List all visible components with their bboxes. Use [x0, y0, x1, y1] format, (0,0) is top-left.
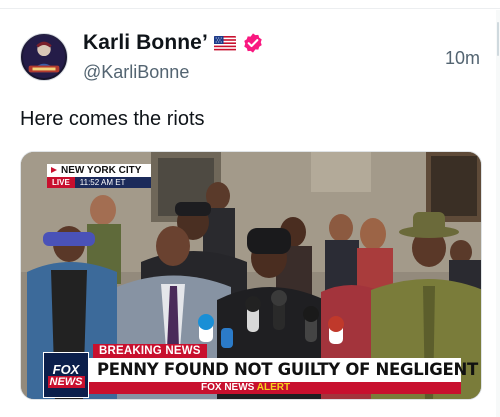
network-logo-line1: FOX — [52, 361, 80, 377]
network-logo: FOX NEWS — [43, 352, 89, 398]
breaking-news-label: BREAKING NEWS — [93, 344, 207, 358]
alert-prefix: FOX NEWS — [201, 382, 255, 393]
alert-word: ALERT — [256, 382, 291, 393]
location-name: NEW YORK CITY — [47, 164, 151, 177]
news-headline: PENNY FOUND NOT GUILTY OF NEGLIGENT HOMI… — [89, 358, 481, 382]
live-label: LIVE — [47, 177, 75, 188]
author-handle[interactable]: @KarliBonne — [83, 62, 189, 83]
author-name-row: Karli Bonne’ — [83, 30, 264, 56]
location-tag: NEW YORK CITY LIVE 11:52 AM ET — [47, 164, 151, 188]
live-time: 11:52 AM ET — [74, 177, 151, 188]
us-flag-icon — [213, 35, 236, 51]
avatar-image — [22, 35, 66, 79]
live-indicator: LIVE 11:52 AM ET — [47, 177, 151, 188]
avatar[interactable] — [20, 33, 68, 81]
network-logo-line2: NEWS — [47, 375, 85, 388]
author-display-name[interactable]: Karli Bonne’ — [83, 31, 208, 55]
alert-bar: FOX NEWS ALERT — [89, 382, 461, 394]
verified-icon[interactable] — [242, 32, 264, 54]
post-text: Here comes the riots — [20, 108, 205, 130]
post-timestamp[interactable]: 10m — [445, 48, 480, 69]
post-card[interactable]: Karli Bonne’ @KarliBonne 10m Here comes … — [0, 0, 500, 417]
post-media[interactable]: NEW YORK CITY LIVE 11:52 AM ET BREAKING … — [20, 151, 482, 400]
